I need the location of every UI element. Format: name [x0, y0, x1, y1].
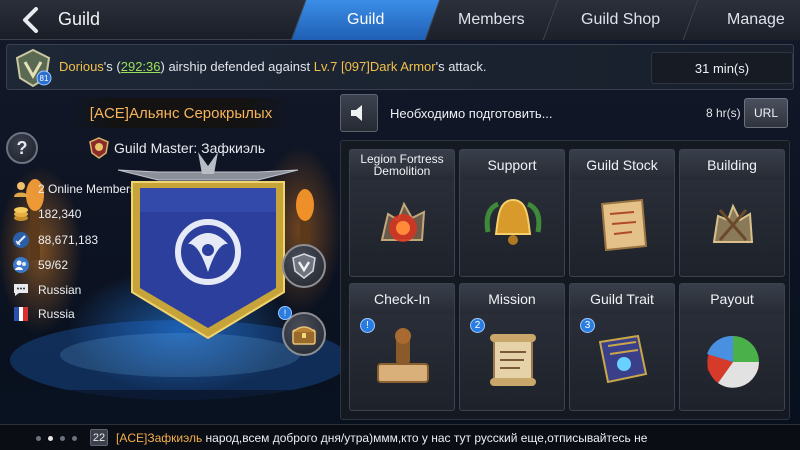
- chat-page-dot-active: [48, 436, 53, 441]
- card-building[interactable]: Building: [679, 149, 785, 277]
- speech-bubble-icon: [14, 284, 28, 296]
- question-icon: ?: [16, 137, 28, 158]
- stamp-checkin-icon: [377, 328, 429, 383]
- mission-scroll-icon: [490, 334, 536, 386]
- back-button[interactable]: [16, 5, 46, 35]
- chat-sender-name[interactable]: [ACE]Зафкиэль: [116, 431, 202, 445]
- emblem-level: 81: [40, 74, 49, 83]
- card-title: Mission: [460, 284, 564, 314]
- chat-message[interactable]: [ACE]Зафкиэль народ,всем доброго дня/утр…: [116, 431, 647, 445]
- card-title: Building: [680, 150, 784, 180]
- tab-members-label: Members: [458, 11, 525, 28]
- trait-book-icon: [598, 334, 648, 384]
- tab-guild-label: Guild: [346, 11, 385, 28]
- stat-country: Russia: [12, 305, 75, 323]
- stat-language: Russian: [12, 281, 81, 299]
- guild-power-value: 182,340: [38, 207, 82, 221]
- card-title: Guild Stock: [570, 150, 674, 180]
- guild-name-plate: [ACE]Альянс Серокрылых: [72, 98, 290, 128]
- treasure-chest-icon: [292, 326, 316, 345]
- notice-coordinates-link[interactable]: 292:36: [121, 59, 161, 74]
- tab-guild-shop[interactable]: Guild Shop: [542, 0, 698, 40]
- chat-sender-level: 22: [90, 429, 108, 446]
- card-title: Legion Fortress Demolition: [350, 150, 454, 180]
- url-button-label: URL: [753, 106, 778, 120]
- guild-notice-bar[interactable]: 81 Dorious's (292:36) airship defended a…: [6, 44, 794, 90]
- notice-part-3: 's attack.: [435, 59, 487, 74]
- announcement-text[interactable]: Необходимо подготовить...: [390, 106, 553, 121]
- chat-page-dot: [72, 436, 77, 441]
- stat-guild-power: 182,340: [12, 205, 81, 223]
- card-title: Support: [460, 150, 564, 180]
- speaker-icon: [351, 105, 362, 121]
- card-title: Guild Trait: [570, 284, 674, 314]
- card-guild-trait[interactable]: Guild Trait 3: [569, 283, 675, 411]
- card-payout[interactable]: Payout: [679, 283, 785, 411]
- members-group-icon: [13, 257, 29, 273]
- guild-funds-value: 88,671,183: [38, 233, 99, 247]
- announcement-time: 8 hr(s): [706, 106, 741, 120]
- url-button[interactable]: URL: [744, 98, 788, 128]
- people-icon: [14, 182, 28, 197]
- announcement-button[interactable]: [340, 94, 378, 132]
- guild-name: [ACE]Альянс Серокрылых: [89, 104, 273, 122]
- notice-time: 31 min(s): [651, 52, 793, 84]
- pie-payout-icon: [707, 335, 759, 388]
- chat-bar[interactable]: 22 [ACE]Зафкиэль народ,всем доброго дня/…: [0, 424, 800, 450]
- tab-guild[interactable]: Guild: [290, 0, 440, 40]
- back-arrow-icon: [23, 7, 38, 33]
- notice-player[interactable]: Dorious: [59, 59, 104, 74]
- notice-part-1: 's (: [103, 59, 121, 74]
- shield-rank-icon: [292, 253, 316, 279]
- page-title: Guild: [58, 9, 101, 29]
- chat-message-text: народ,всем доброго дня/утра)ммм,кто у на…: [202, 431, 648, 445]
- bell-support-icon: [484, 198, 542, 245]
- tab-members[interactable]: Members: [424, 0, 558, 40]
- help-button[interactable]: ?: [6, 132, 38, 164]
- building-construction-icon: [712, 203, 754, 243]
- card-legion-fortress-demolition[interactable]: Legion Fortress Demolition: [349, 149, 455, 277]
- player-emblem-icon: 81: [15, 48, 52, 88]
- stat-guild-funds: 88,671,183: [12, 231, 98, 249]
- guild-banner[interactable]: [117, 152, 299, 342]
- chat-page-dot: [60, 436, 65, 441]
- card-guild-stock[interactable]: Guild Stock: [569, 149, 675, 277]
- stat-member-count: 59/62: [12, 256, 68, 274]
- guild-rank-button[interactable]: [282, 244, 326, 288]
- country-value: Russia: [38, 307, 75, 321]
- tab-manage[interactable]: Manage: [682, 0, 800, 40]
- notice-enemy-name[interactable]: [097]Dark Armor: [341, 59, 436, 74]
- card-mission[interactable]: Mission 2: [459, 283, 565, 411]
- guild-master-crest-icon: [89, 137, 109, 159]
- chat-page-dot: [36, 436, 41, 441]
- guild-feature-grid: Legion Fortress Demolition Support Guild…: [340, 140, 790, 420]
- member-count-value: 59/62: [38, 258, 69, 272]
- card-title: Payout: [680, 284, 784, 314]
- sword-power-icon: [13, 232, 29, 248]
- card-title: Check-In: [350, 284, 454, 314]
- country-flag-icon: [14, 307, 28, 321]
- tab-guild-shop-label: Guild Shop: [580, 11, 661, 28]
- notice-enemy-level: Lv.7: [313, 59, 338, 74]
- language-value: Russian: [38, 283, 82, 297]
- gold-coins-icon: [14, 207, 28, 221]
- notice-part-2: ) airship defended against: [160, 59, 314, 74]
- card-support[interactable]: Support: [459, 149, 565, 277]
- tab-manage-label: Manage: [726, 11, 785, 28]
- notice-message: Dorious's (292:36) airship defended agai…: [59, 59, 487, 74]
- map-scroll-icon: [600, 198, 648, 252]
- card-check-in[interactable]: Check-In !: [349, 283, 455, 411]
- fortress-demolition-icon: [380, 201, 426, 242]
- top-navigation-bar: Guild Guild Members Guild Shop Manage: [0, 0, 800, 40]
- chest-alert-badge: !: [278, 306, 292, 320]
